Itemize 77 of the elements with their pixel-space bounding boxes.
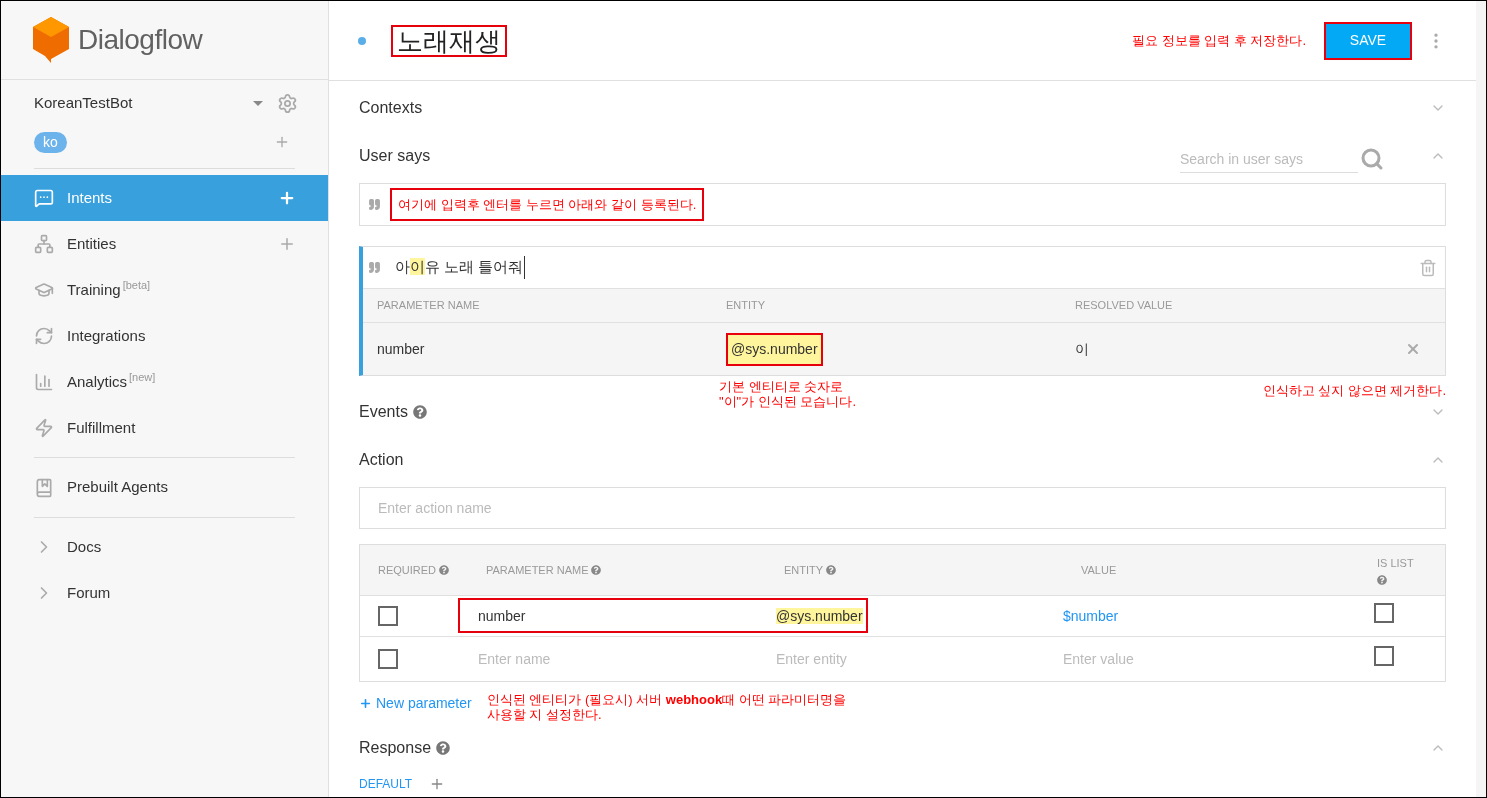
checkbox[interactable] [378, 649, 398, 669]
bar-chart-icon [34, 372, 54, 392]
entity-chip[interactable]: @sys.number [726, 332, 823, 366]
help-icon[interactable] [436, 741, 451, 755]
dropdown-icon[interactable] [253, 100, 263, 106]
annotation-note: 필요 정보를 입력 후 저장한다. [1131, 31, 1306, 50]
column-header: REQUIRED [378, 562, 437, 578]
column-header: ENTITY [784, 562, 824, 578]
quote-icon [368, 198, 381, 211]
checkbox[interactable] [378, 606, 398, 626]
help-icon[interactable] [591, 565, 602, 575]
item-label: Intents [67, 187, 113, 208]
hierarchy-icon [34, 234, 54, 254]
refresh-icon [34, 326, 54, 346]
section-title: Contexts [359, 98, 423, 118]
agent-name[interactable]: KoreanTestBot [34, 91, 133, 115]
sidebar-item[interactable]: Fulfillment [1, 405, 328, 451]
column-header: ENTITY [726, 298, 767, 314]
intent-title[interactable]: 노래재생 [391, 24, 507, 57]
search-icon[interactable] [1360, 147, 1384, 171]
book-icon [34, 477, 54, 498]
help-icon[interactable] [439, 565, 450, 575]
annotation-note: 인식된 엔티티가 (필요시) 서버 webhook때 어떤 파라미터명을 사용할 지 설정한다. [486, 692, 847, 722]
trash-icon[interactable] [1419, 258, 1437, 277]
search-field[interactable]: Search in user says [1180, 145, 1358, 173]
checkbox[interactable] [1374, 646, 1394, 666]
lightning-icon [34, 418, 54, 438]
column-header: VALUE [1081, 562, 1117, 578]
help-icon[interactable] [1377, 574, 1387, 585]
sidebar-item[interactable]: Forum [1, 570, 328, 616]
help-icon[interactable] [412, 405, 427, 419]
item-label: Prebuilt Agents [67, 477, 168, 498]
graduation-cap-icon [34, 280, 54, 300]
logo-text: Dialogflow [78, 23, 203, 57]
add-icon [359, 697, 372, 710]
column-header: PARAMETER NAME [486, 562, 589, 578]
section-title: Events [359, 402, 408, 422]
annotation-note: 기본 엔티티로 숫자로 "이"가 인식된 모습니다. [719, 379, 857, 409]
section-title: User says [359, 146, 431, 166]
add-icon[interactable] [274, 134, 290, 150]
column-header: IS LIST [1377, 556, 1414, 572]
item-tag: [beta] [122, 277, 151, 294]
input-value: 여기에 입력후 엔터를 누르면 아래와 같이 등록된다. [390, 187, 705, 222]
settings-icon[interactable] [277, 92, 298, 114]
item-tag: [new] [129, 369, 156, 386]
sidebar-item[interactable]: Prebuilt Agents [1, 464, 328, 511]
table-cell-text: 이 [1075, 339, 1090, 359]
table-cell-text: number [377, 339, 426, 359]
table-cell-text: $number [1063, 606, 1120, 626]
help-icon[interactable] [826, 565, 837, 575]
table-cell-text: number [477, 606, 527, 626]
add-icon[interactable] [278, 189, 296, 207]
checkbox[interactable] [1374, 603, 1394, 623]
quote-icon [368, 261, 381, 274]
annotation-note: 인식하고 싶지 않으면 제거한다. [1262, 382, 1446, 400]
item-label: Fulfillment [67, 417, 136, 438]
add-icon[interactable] [278, 235, 296, 253]
phrase-text[interactable]: 아이유 노래 틀어줘 [395, 256, 526, 279]
chat-icon [34, 188, 54, 208]
action-name-field[interactable]: Enter action name [359, 487, 1446, 529]
close-icon[interactable] [1405, 341, 1421, 357]
sidebar-item[interactable]: Docs [1, 524, 328, 570]
cube-logo-icon [33, 17, 69, 63]
column-header: PARAMETER NAME [377, 298, 481, 314]
sidebar-item[interactable]: Entities [1, 221, 328, 267]
item-label: Forum [67, 582, 111, 603]
item-label: Entities [67, 233, 117, 254]
entity-chip[interactable]: @sys.number [776, 607, 863, 624]
item-label: Integrations [67, 325, 146, 346]
user-says-input[interactable]: 여기에 입력후 엔터를 누르면 아래와 같이 등록된다. [359, 183, 1446, 226]
item-label: Analytics [67, 371, 128, 392]
item-label: Training [67, 279, 121, 300]
column-header: RESOLVED VALUE [1075, 298, 1174, 314]
section-title: Response [359, 738, 432, 758]
item-label: Docs [67, 536, 102, 557]
section-title: Action [359, 450, 404, 470]
sidebar-item[interactable]: Integrations [1, 313, 328, 359]
